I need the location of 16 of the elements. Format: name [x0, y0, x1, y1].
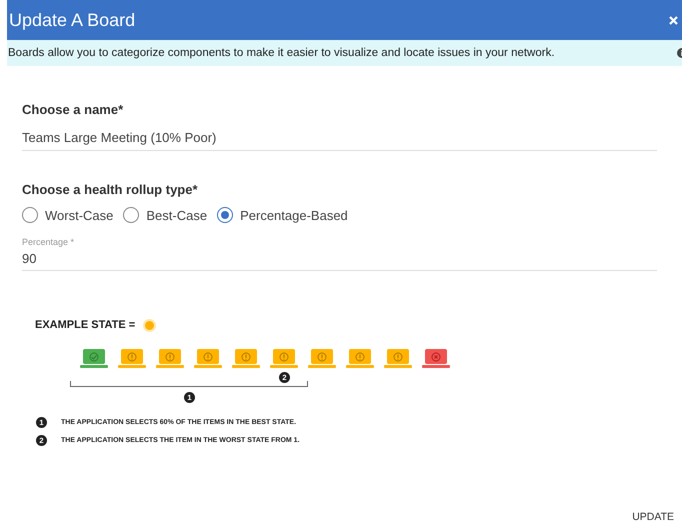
- radio-icon[interactable]: [217, 207, 234, 223]
- example-label: EXAMPLE STATE =: [35, 319, 136, 331]
- radio-icon[interactable]: [22, 207, 38, 223]
- radio-icon[interactable]: [123, 207, 140, 223]
- dialog-title: Update A Board: [9, 10, 136, 30]
- name-field[interactable]: Teams Large Meeting (10% Poor): [22, 117, 657, 151]
- radio-option[interactable]: Worst-Case: [22, 207, 114, 223]
- field-label: Choose a health rollup type*: [22, 182, 199, 197]
- update-button[interactable]: UPDATE: [630, 509, 676, 525]
- field-label: Percentage *: [22, 237, 76, 247]
- radio-option[interactable]: Best-Case: [123, 207, 208, 223]
- info-text: Boards allow you to categorize components to make it easier to visualize and locate issues in your network.: [8, 47, 555, 59]
- percentage-field[interactable]: 90: [22, 247, 657, 271]
- radio-option[interactable]: Percentage-Based: [217, 207, 348, 223]
- field-label: Choose a name*: [22, 102, 124, 117]
- close-icon[interactable]: [669, 16, 678, 24]
